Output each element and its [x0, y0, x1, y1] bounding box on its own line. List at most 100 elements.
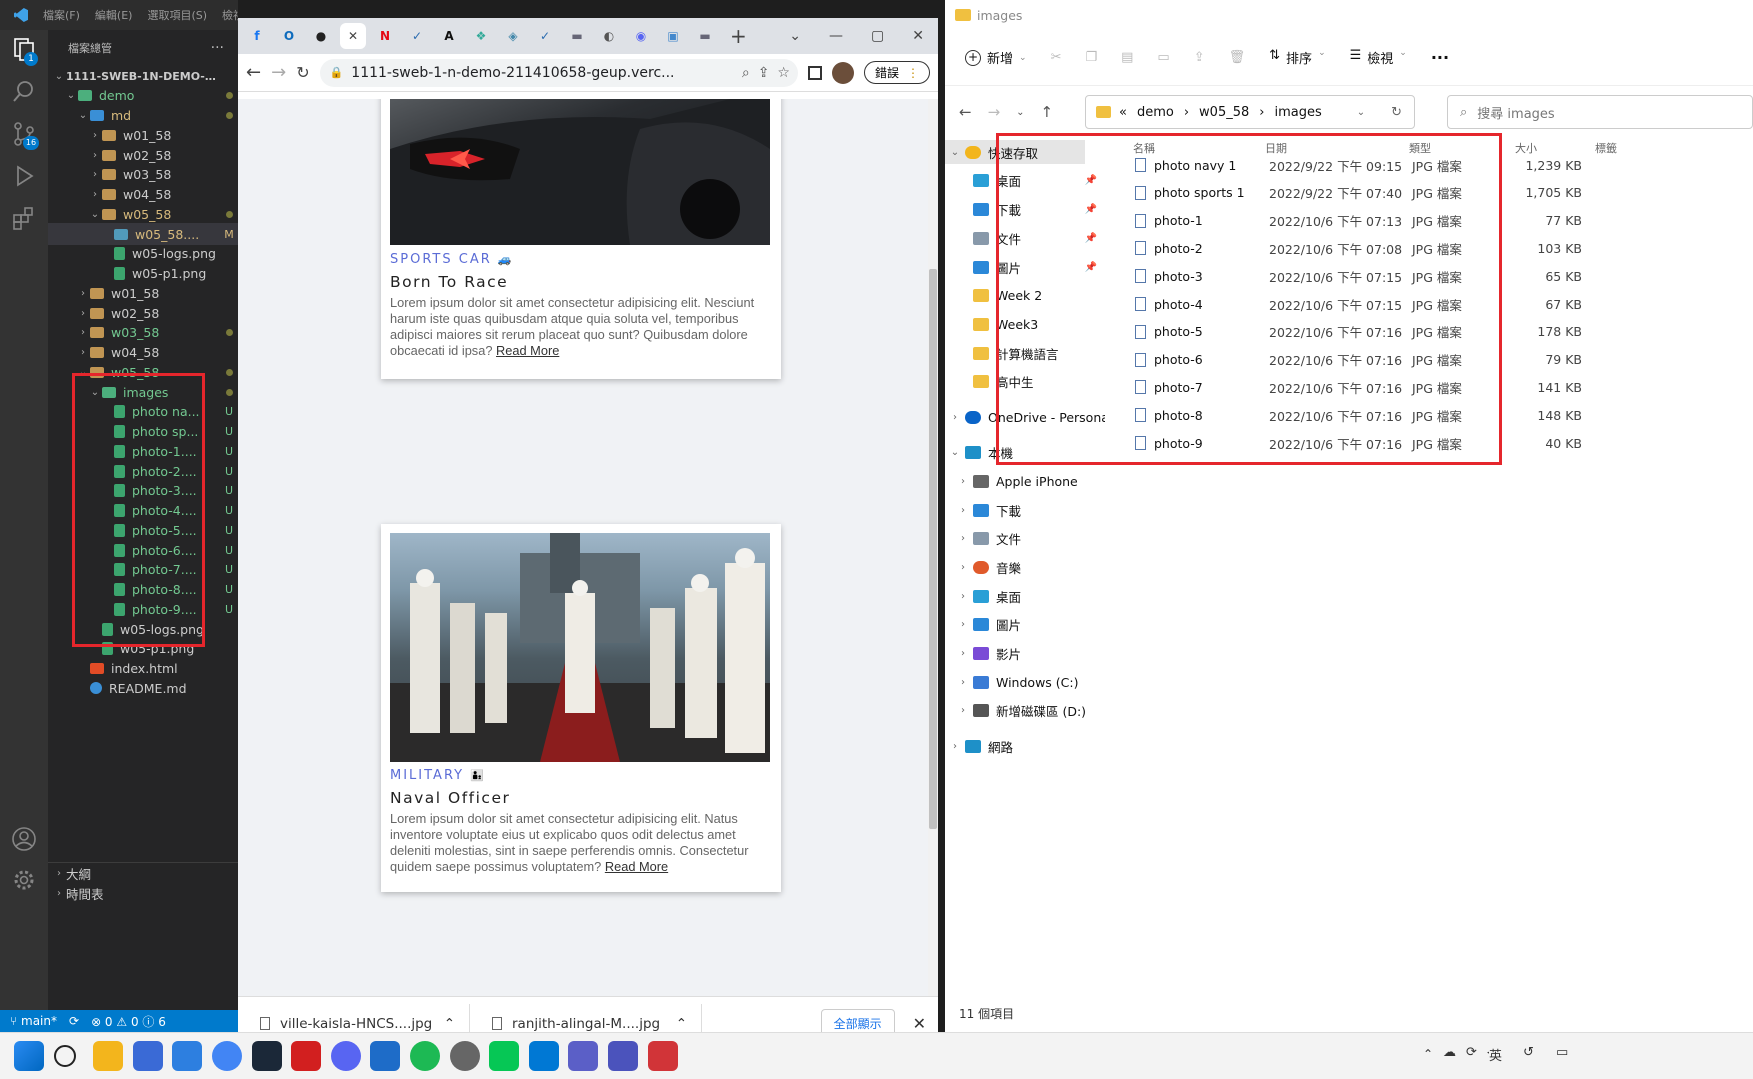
- extension-icon[interactable]: [807, 65, 822, 80]
- tree-file[interactable]: photo-2.... U: [48, 460, 238, 482]
- tree-folder[interactable]: ⌄ md: [48, 105, 238, 127]
- tree-folder[interactable]: › w01_58: [48, 282, 238, 304]
- steam-icon[interactable]: [251, 1041, 282, 1071]
- nav-item[interactable]: › OneDrive - Persona: [945, 405, 1105, 429]
- read-more-link[interactable]: Read More: [605, 859, 668, 874]
- tree-file[interactable]: w05-p1.png: [48, 263, 238, 285]
- delete-icon[interactable]: 🗑: [1229, 50, 1246, 65]
- browser-tab[interactable]: ❖: [468, 23, 494, 49]
- notification-icon[interactable]: ▭: [1556, 1045, 1568, 1060]
- discord-icon[interactable]: [330, 1041, 361, 1071]
- menu-item[interactable]: 選取項目(S): [147, 7, 207, 23]
- tree-folder[interactable]: ⌄ demo: [48, 85, 238, 107]
- more-options-icon[interactable]: ···: [1431, 48, 1449, 67]
- tree-folder[interactable]: › w02_58: [48, 302, 238, 324]
- game-icon[interactable]: [291, 1041, 322, 1071]
- file-row[interactable]: photo sports 1 2022/9/22 下午 07:40 JPG 檔案 1,…: [1115, 179, 1635, 207]
- copy-icon[interactable]: ❐: [1085, 50, 1097, 65]
- nav-item[interactable]: › 音樂: [945, 555, 1105, 579]
- extensions-icon[interactable]: [10, 204, 38, 232]
- nav-item[interactable]: 計算機語言: [945, 341, 1105, 365]
- cut-icon[interactable]: ✂: [1051, 50, 1062, 65]
- browser-tab[interactable]: A: [436, 23, 462, 49]
- tree-file[interactable]: README.md: [48, 677, 238, 699]
- explorer-more-icon[interactable]: ···: [211, 40, 224, 56]
- close-window-icon[interactable]: ✕: [912, 28, 924, 44]
- outline-section[interactable]: › 大綱: [48, 862, 238, 884]
- browser-tab[interactable]: ◉: [628, 23, 654, 49]
- nav-item[interactable]: › 影片: [945, 641, 1105, 665]
- error-button[interactable]: 錯誤 ⋮: [863, 61, 930, 84]
- zoom-icon[interactable]: ⌕: [742, 65, 750, 81]
- bookmark-star-icon[interactable]: ☆: [777, 65, 798, 81]
- browser-tab[interactable]: ◐: [596, 23, 622, 49]
- new-button[interactable]: + 新增 ⌄: [965, 48, 1027, 67]
- browser-tab[interactable]: ◈: [500, 23, 526, 49]
- tree-file[interactable]: photo-5.... U: [48, 519, 238, 541]
- chevron-up-icon[interactable]: ⌃: [444, 1016, 469, 1032]
- ime-indicator[interactable]: 英: [1489, 1045, 1503, 1064]
- settings-gear-icon[interactable]: [10, 866, 38, 894]
- nav-item[interactable]: Week3: [945, 312, 1105, 336]
- search-box[interactable]: ⌕ 搜尋 images: [1447, 95, 1753, 129]
- up-icon[interactable]: ↑: [1041, 103, 1054, 121]
- problems-indicator[interactable]: ⊗ 0 ⚠ 0 ⓘ 6: [91, 1013, 166, 1030]
- path-breadcrumb[interactable]: « demo › w05_58 › images ⌄ ↻: [1085, 95, 1415, 129]
- nav-item[interactable]: › 圖片: [945, 612, 1105, 636]
- file-row[interactable]: photo-6 2022/10/6 下午 07:16 JPG 檔案 79 KB: [1115, 346, 1635, 374]
- file-row[interactable]: photo-2 2022/10/6 下午 07:08 JPG 檔案 103 KB: [1115, 234, 1635, 262]
- tree-file[interactable]: photo-1.... U: [48, 440, 238, 462]
- ime-mode-icon[interactable]: ↺: [1523, 1045, 1534, 1060]
- tree-folder[interactable]: ⌄ w05_58: [48, 203, 238, 225]
- browser-tab[interactable]: ✕: [340, 23, 366, 49]
- tree-folder[interactable]: › w04_58: [48, 184, 238, 206]
- menu-item[interactable]: 編輯(E): [95, 7, 133, 23]
- nav-item[interactable]: 桌面 📌: [945, 168, 1105, 192]
- tree-file[interactable]: photo sp... U: [48, 421, 238, 443]
- share-icon[interactable]: ⇪: [1194, 50, 1205, 65]
- cloud-icon[interactable]: ☁: [1443, 1045, 1456, 1060]
- tree-file[interactable]: w05-logs.png: [48, 243, 238, 265]
- nav-item[interactable]: › 下載: [945, 498, 1105, 522]
- file-row[interactable]: photo-9 2022/10/6 下午 07:16 JPG 檔案 40 KB: [1115, 429, 1635, 457]
- settings-icon[interactable]: [449, 1041, 480, 1071]
- tree-file[interactable]: index.html: [48, 658, 238, 680]
- timeline-section[interactable]: › 時間表: [48, 882, 238, 904]
- menu-item[interactable]: 檔案(F): [43, 7, 80, 23]
- nav-item[interactable]: › 網路: [945, 734, 1105, 758]
- tree-file[interactable]: w05-logs.png: [48, 618, 238, 640]
- page-scrollbar[interactable]: [928, 99, 938, 996]
- scroll-thumb[interactable]: [929, 269, 937, 829]
- vscode-icon[interactable]: [528, 1041, 559, 1071]
- onedrive-sync-icon[interactable]: ⟳: [1466, 1045, 1477, 1060]
- breadcrumb-item[interactable]: w05_58: [1199, 105, 1249, 120]
- rename-icon[interactable]: ▭: [1157, 50, 1169, 65]
- nav-item[interactable]: 下載 📌: [945, 197, 1105, 221]
- browser-tab[interactable]: ▣: [660, 23, 686, 49]
- tree-file[interactable]: w05_58.... M: [48, 223, 238, 245]
- account-icon[interactable]: [10, 825, 38, 853]
- nav-item[interactable]: ⌄ 本機: [945, 440, 1105, 464]
- reload-icon[interactable]: ↻: [296, 63, 309, 82]
- sync-icon[interactable]: ⟳: [69, 1014, 79, 1028]
- line-icon[interactable]: [489, 1041, 520, 1071]
- tree-file[interactable]: photo-8.... U: [48, 579, 238, 601]
- download-item[interactable]: ville-kaisla-HNCS....jpg ⌃: [238, 1003, 470, 1032]
- branch-indicator[interactable]: ⑂ main*: [10, 1014, 57, 1028]
- nav-item[interactable]: › Apple iPhone: [945, 469, 1105, 493]
- nav-item[interactable]: › 新增磁碟區 (D:): [945, 698, 1105, 722]
- browser-tab[interactable]: f: [244, 23, 270, 49]
- browser-tab[interactable]: O: [276, 23, 302, 49]
- browser-tab[interactable]: ●: [308, 23, 334, 49]
- maximize-icon[interactable]: ▢: [871, 28, 884, 44]
- tab-search-icon[interactable]: ⌄: [789, 28, 801, 44]
- nav-item[interactable]: › 桌面: [945, 584, 1105, 608]
- run-debug-icon[interactable]: [10, 162, 38, 190]
- app-icon[interactable]: [172, 1041, 203, 1071]
- snipping-icon[interactable]: [647, 1041, 678, 1071]
- store-icon[interactable]: [132, 1041, 163, 1071]
- file-row[interactable]: photo-4 2022/10/6 下午 07:15 JPG 檔案 67 KB: [1115, 290, 1635, 318]
- menu-item[interactable]: 檢視(V): [222, 7, 238, 23]
- source-control-icon[interactable]: 16: [10, 120, 39, 150]
- app-icon[interactable]: [370, 1041, 401, 1071]
